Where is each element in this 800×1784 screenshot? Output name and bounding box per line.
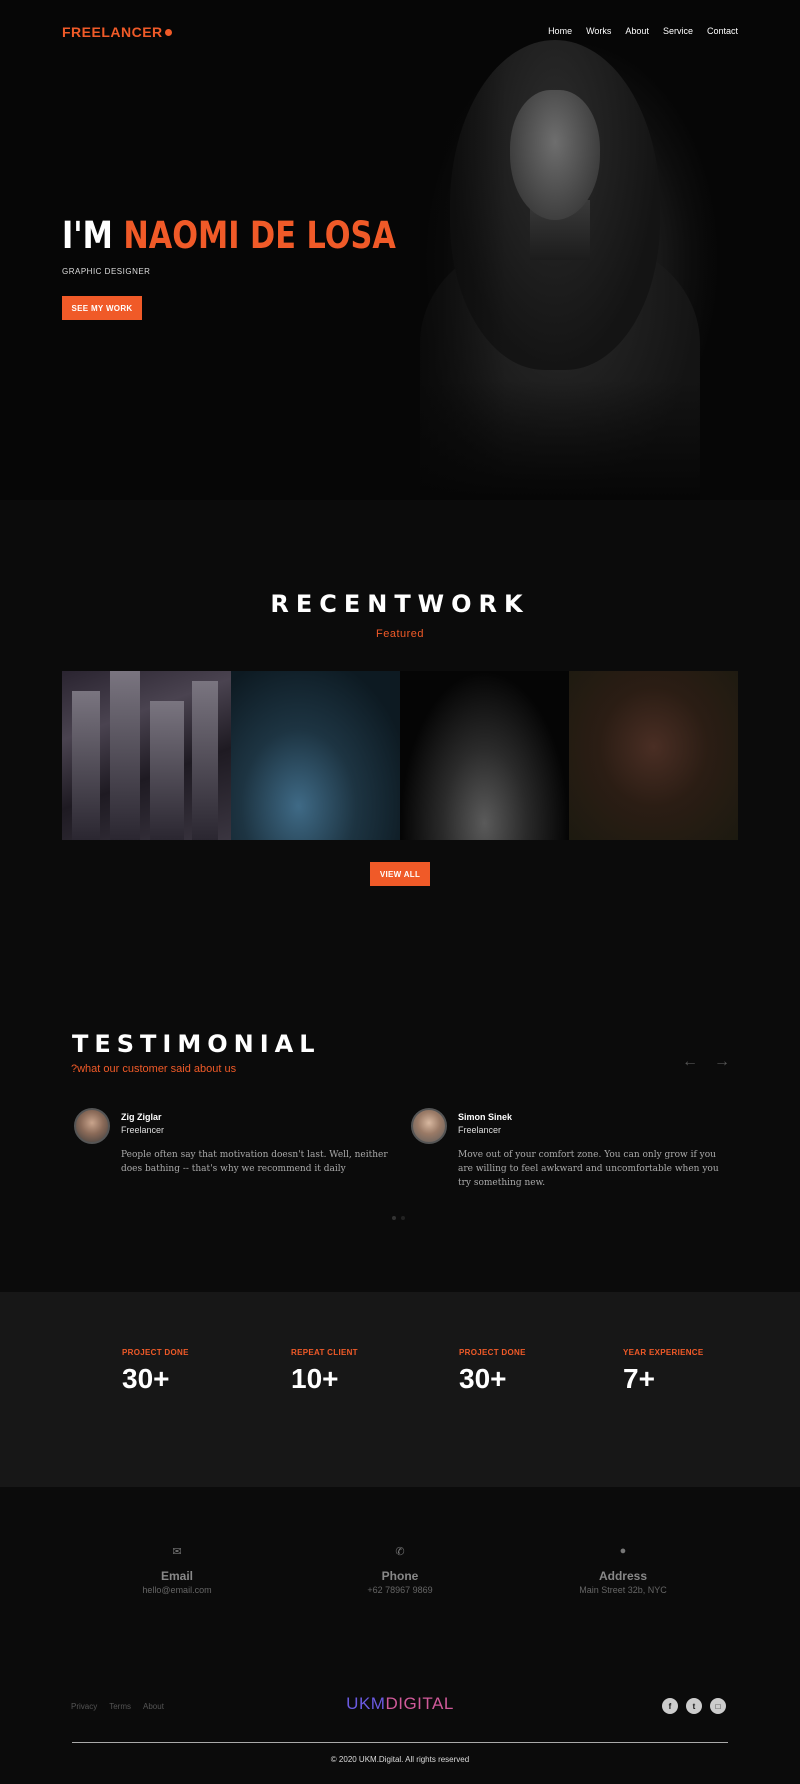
brand-part-b: DIGITAL	[385, 1694, 454, 1713]
gallery-item-portrait[interactable]	[569, 671, 738, 840]
nav-contact[interactable]: Contact	[707, 26, 738, 36]
carousel-dot[interactable]	[392, 1216, 396, 1220]
instagram-icon[interactable]: □	[710, 1698, 726, 1714]
stat-label: REPEAT CLIENT	[291, 1348, 358, 1357]
footer-divider	[72, 1742, 728, 1743]
hero-subtitle: GRAPHIC DESIGNER	[62, 267, 151, 276]
top-nav: FREELANCER Home Works About Service Cont…	[0, 0, 800, 64]
testimonial-name: Zig Ziglar	[121, 1112, 162, 1122]
avatar	[74, 1108, 110, 1144]
contact-address: ● Address Main Street 32b, NYC	[543, 1545, 703, 1595]
hero-title-prefix: I'M	[62, 214, 124, 257]
contact-section: ✉ Email hello@email.com ✆ Phone +62 7896…	[0, 1487, 800, 1784]
contact-email-title: Email	[160, 1569, 193, 1583]
stat-item: PROJECT DONE 30+	[459, 1348, 579, 1395]
contact-phone-title: Phone	[381, 1569, 419, 1583]
nav-service[interactable]: Service	[663, 26, 693, 36]
hero-section: I'M NAOMI DE LOSA GRAPHIC DESIGNER SEE M…	[0, 0, 800, 500]
contact-address-title: Address	[598, 1569, 648, 1583]
contact-email-value[interactable]: hello@email.com	[97, 1585, 257, 1595]
nav-about[interactable]: About	[625, 26, 649, 36]
logo-dot-icon	[164, 29, 172, 36]
recent-work-title: RECENTWORK	[270, 590, 530, 618]
carousel-dots	[392, 1216, 405, 1220]
nav-home[interactable]: Home	[548, 26, 572, 36]
testimonial-text: People often say that motivation doesn't…	[121, 1150, 388, 1174]
arrow-right-icon[interactable]: →	[714, 1053, 730, 1071]
contact-address-value: Main Street 32b, NYC	[579, 1585, 667, 1595]
carousel-dot[interactable]	[401, 1216, 405, 1220]
stats-band: PROJECT DONE 30+ REPEAT CLIENT 10+ PROJE…	[0, 1292, 800, 1487]
nav-menu: Home Works About Service Contact	[548, 26, 738, 36]
avatar	[411, 1108, 447, 1144]
logo-text: FREELANCER	[62, 24, 163, 40]
facebook-icon[interactable]: f	[662, 1698, 678, 1714]
contact-email: ✉ Email hello@email.com	[97, 1545, 257, 1595]
contact-phone-value[interactable]: +62 78967 9869	[320, 1585, 480, 1595]
hero-title-name: NAOMI DE LOSA	[123, 214, 396, 257]
phone-icon: ✆	[395, 1546, 405, 1558]
hero-title: I'M NAOMI DE LOSA	[62, 214, 396, 257]
stat-value: 7+	[623, 1363, 655, 1394]
testimonial-role: Freelancer	[458, 1125, 502, 1135]
work-gallery	[62, 671, 738, 840]
stat-item: YEAR EXPERIENCE 7+	[623, 1348, 743, 1395]
testimonial-card: Simon Sinek Freelancer Move out of your …	[411, 1108, 731, 1208]
location-pin-icon: ●	[619, 1545, 627, 1557]
nav-works[interactable]: Works	[586, 26, 611, 36]
gallery-item-smoke[interactable]	[231, 671, 400, 840]
social-links: f t □	[662, 1698, 726, 1714]
logo[interactable]: FREELANCER	[62, 24, 172, 40]
see-my-work-button[interactable]: SEE MY WORK	[62, 296, 142, 320]
email-icon: ✉	[172, 1546, 182, 1558]
testimonial-card: Zig Ziglar Freelancer People often say t…	[74, 1108, 394, 1208]
stat-label: PROJECT DONE	[459, 1348, 526, 1357]
testimonial-text: Move out of your comfort zone. You can o…	[458, 1150, 719, 1188]
stat-value: 30+	[459, 1363, 507, 1394]
arrow-left-icon[interactable]: ←	[682, 1053, 698, 1071]
stat-value: 10+	[291, 1363, 339, 1394]
testimonial-role: Freelancer	[121, 1125, 165, 1135]
testimonial-subtitle: ?what our customer said about us	[71, 1063, 237, 1075]
stat-item: REPEAT CLIENT 10+	[291, 1348, 411, 1395]
view-all-button[interactable]: VIEW ALL	[370, 862, 430, 886]
stat-value: 30+	[122, 1363, 170, 1394]
twitter-icon[interactable]: t	[686, 1698, 702, 1714]
hero-portrait-image	[380, 0, 800, 500]
testimonial-arrows: ← →	[682, 1053, 730, 1071]
gallery-item-city[interactable]	[62, 671, 231, 840]
copyright: © 2020 UKM.Digital. All rights reserved	[330, 1755, 470, 1764]
gallery-item-bicycle[interactable]	[400, 671, 569, 840]
testimonial-title: TESTIMONIAL	[72, 1030, 321, 1058]
stat-label: YEAR EXPERIENCE	[623, 1348, 704, 1357]
brand-part-a: UKM	[346, 1694, 386, 1713]
recent-work-subtitle: Featured	[375, 628, 425, 640]
stat-item: PROJECT DONE 30+	[122, 1348, 242, 1395]
contact-phone: ✆ Phone +62 78967 9869	[320, 1545, 480, 1595]
testimonial-name: Simon Sinek	[458, 1112, 513, 1122]
stat-label: PROJECT DONE	[122, 1348, 189, 1357]
